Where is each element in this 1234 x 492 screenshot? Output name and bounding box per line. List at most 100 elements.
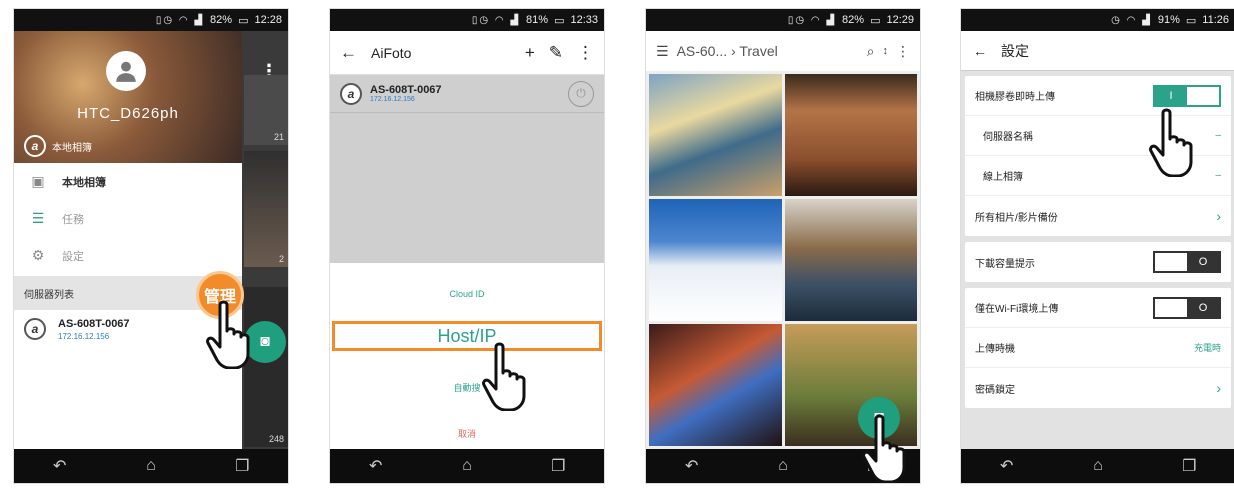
phone-drawer-screen: ▯◷ ◠ ▟ 82% ▭ 12:28 ⋮ 21 2 248 ◙ HTC_D626… — [13, 8, 289, 484]
photo-thumbnail[interactable] — [649, 199, 782, 321]
back-icon[interactable]: ↶ — [987, 456, 1027, 476]
wifi-only-toggle[interactable]: O — [1153, 296, 1221, 319]
username: HTC_D626ph — [77, 105, 179, 122]
home-icon[interactable]: ⌂ — [131, 457, 171, 475]
status-bar: ▯◷ ◠ ▟ 82% ▭ 12:29 — [646, 9, 920, 31]
battery-level: 82% — [210, 14, 233, 26]
status-bar: ▯◷ ◠ ▟ 81% ▭ 12:33 — [330, 9, 604, 31]
chevron-right-icon: › — [1216, 380, 1221, 396]
server-name: AS-608T-0067 — [58, 318, 130, 330]
recents-icon[interactable]: ❐ — [222, 456, 262, 476]
navigation-drawer: HTC_D626ph a 本地相簿 ▣ 本地相簿 ☰ 任務 ⚙ 設定 伺服器列表… — [14, 31, 242, 449]
drawer-item-tasks[interactable]: ☰ 任務 — [14, 200, 242, 237]
pointing-hand-icon — [206, 300, 250, 369]
battery-level: 82% — [842, 14, 865, 26]
home-icon[interactable]: ⌂ — [1078, 457, 1118, 475]
server-list-item[interactable]: a AS-608T-0067 172.16.12.156 ⏻ — [330, 75, 604, 113]
settings-card: 下載容量提示 O — [965, 242, 1231, 282]
edit-icon[interactable]: ✎ — [549, 43, 563, 63]
setting-upload-timing[interactable]: 上傳時機 充電時 — [965, 328, 1231, 368]
album-count: 248 — [268, 434, 284, 444]
status-icons: ▯◷ ◠ ▟ — [155, 14, 205, 26]
setting-label: 僅在Wi-Fi環境上傳 — [975, 304, 1059, 315]
hamburger-menu-icon[interactable]: ☰ — [656, 43, 669, 60]
back-arrow-icon[interactable]: ← — [973, 43, 987, 59]
page-title: 設定 — [1001, 42, 1029, 59]
search-icon[interactable]: ⌕ — [867, 43, 875, 60]
breadcrumb-folder: Travel — [739, 43, 778, 59]
phone-add-server-screen: ▯◷ ◠ ▟ 81% ▭ 12:33 ← AiFoto + ✎ ⋮ a AS-6… — [329, 8, 605, 484]
overflow-menu-icon[interactable]: ⋮ — [896, 43, 910, 60]
option-cloud-id[interactable]: Cloud ID — [330, 289, 604, 299]
back-arrow-icon[interactable]: ← — [340, 43, 357, 63]
setting-label: 所有相片/影片備份 — [975, 212, 1058, 224]
back-icon[interactable]: ↶ — [356, 456, 396, 476]
setting-label: 相機膠卷即時上傳 — [975, 92, 1055, 103]
pointing-hand-icon — [1149, 108, 1193, 177]
album-tile[interactable]: 2 — [244, 151, 288, 267]
battery-level: 91% — [1157, 14, 1180, 26]
app-bar: ← 設定 — [961, 31, 1234, 71]
option-auto-search[interactable]: 自動搜 — [330, 381, 604, 394]
status-icons: ◷ ◠ ▟ — [1111, 14, 1152, 26]
setting-password-lock[interactable]: 密碼鎖定 › — [965, 368, 1231, 408]
system-nav-bar: ↶ ⌂ ❐ — [330, 449, 604, 483]
instant-upload-toggle[interactable]: I — [1153, 84, 1221, 107]
photo-thumbnail[interactable] — [784, 74, 917, 196]
current-album[interactable]: a 本地相簿 — [24, 135, 92, 157]
back-icon[interactable]: ↶ — [672, 456, 712, 476]
drawer-item-label: 本地相簿 — [62, 176, 106, 189]
option-host-ip[interactable]: Host/IP — [332, 321, 602, 351]
status-icons: ▯◷ ◠ ▟ — [471, 14, 521, 26]
add-icon[interactable]: + — [525, 43, 535, 63]
setting-value: – — [1215, 130, 1221, 141]
battery-level: 81% — [526, 14, 549, 26]
drawer-header: HTC_D626ph a 本地相簿 — [14, 31, 242, 163]
option-cancel[interactable]: 取消 — [330, 427, 604, 440]
recents-icon[interactable]: ❐ — [1169, 456, 1209, 476]
phone-settings-screen: ◷ ◠ ▟ 91% ▭ 11:26 ← 設定 相機膠卷即時上傳 I 伺服器名稱 … — [960, 8, 1234, 484]
photo-thumbnail[interactable] — [649, 324, 782, 446]
clock: 12:28 — [254, 14, 282, 26]
power-icon[interactable]: ⏻ — [568, 80, 594, 107]
aifoto-logo-icon: a — [24, 135, 46, 157]
overflow-menu-icon[interactable]: ⋮ — [577, 43, 594, 63]
status-bar: ▯◷ ◠ ▟ 82% ▭ 12:28 — [14, 9, 288, 31]
setting-value: – — [1215, 170, 1221, 181]
setting-label: 線上相簿 — [983, 172, 1023, 183]
breadcrumb[interactable]: AS-60... › Travel — [677, 43, 859, 59]
status-bar: ◷ ◠ ▟ 91% ▭ 11:26 — [961, 9, 1234, 31]
app-bar: ☰ AS-60... › Travel ⌕ ↕ ⋮ — [646, 31, 920, 71]
clock: 12:29 — [886, 14, 914, 26]
back-icon[interactable]: ↶ — [40, 456, 80, 476]
breadcrumb-server: AS-60... — [676, 43, 728, 59]
setting-label: 下載容量提示 — [975, 258, 1035, 270]
download-alert-toggle[interactable]: O — [1153, 251, 1221, 273]
server-ip: 172.16.12.156 — [58, 332, 110, 341]
drawer-item-settings[interactable]: ⚙ 設定 — [14, 237, 242, 274]
server-name: AS-608T-0067 — [370, 84, 442, 96]
server-list-title: 伺服器列表 — [24, 289, 74, 301]
photo-thumbnail[interactable] — [649, 74, 782, 196]
toggle-off-icon: O — [1187, 253, 1219, 271]
app-bar: ← AiFoto + ✎ ⋮ — [330, 31, 604, 75]
dimmed-server-list: a AS-608T-0067 172.16.12.156 ⏻ — [330, 75, 604, 263]
home-icon[interactable]: ⌂ — [763, 457, 803, 475]
drawer-item-label: 任務 — [62, 213, 84, 226]
avatar[interactable] — [106, 51, 146, 91]
photo-thumbnail[interactable] — [784, 199, 917, 321]
recents-icon[interactable]: ❐ — [538, 456, 578, 476]
drawer-item-local-album[interactable]: ▣ 本地相簿 — [14, 163, 242, 200]
current-album-label: 本地相簿 — [52, 142, 92, 154]
album-tile[interactable]: 21 — [244, 75, 288, 145]
setting-download-alert: 下載容量提示 O — [965, 242, 1231, 282]
sd-card-icon: ▣ — [31, 173, 45, 189]
chevron-right-icon: › — [1216, 208, 1221, 224]
battery-icon: ▭ — [554, 14, 565, 27]
drawer-item-label: 設定 — [62, 250, 84, 263]
upload-timing-select[interactable]: 充電時 — [1194, 341, 1221, 354]
home-icon[interactable]: ⌂ — [447, 457, 487, 475]
pointing-hand-icon — [862, 414, 906, 483]
sort-icon[interactable]: ↕ — [883, 45, 889, 57]
setting-backup-all[interactable]: 所有相片/影片備份 › — [965, 196, 1231, 236]
